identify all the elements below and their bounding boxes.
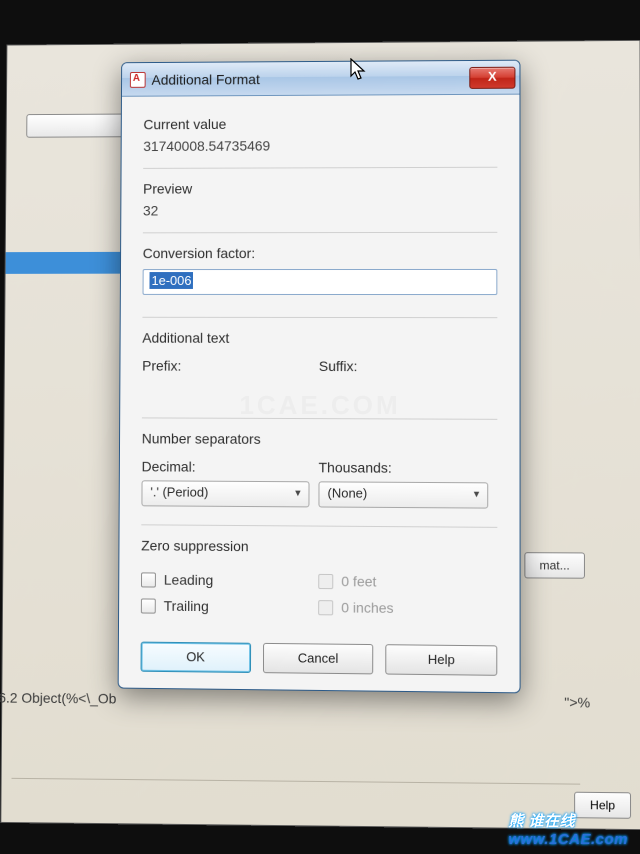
leading-label: Leading <box>164 572 214 588</box>
current-value-label: Current value <box>143 115 497 133</box>
app-icon <box>130 71 146 87</box>
parent-divider <box>12 778 581 785</box>
trailing-checkbox[interactable] <box>141 598 156 613</box>
thousands-label: Thousands: <box>319 459 498 476</box>
parent-selection-bar <box>6 252 122 274</box>
current-value: 31740008.54735469 <box>143 137 497 154</box>
divider <box>143 232 497 233</box>
trailing-label: Trailing <box>164 598 209 615</box>
dialog-body: Current value 31740008.54735469 Preview … <box>119 95 520 693</box>
preview-value: 32 <box>143 202 497 219</box>
preview-label: Preview <box>143 180 497 197</box>
zero-inches-label: 0 inches <box>341 599 393 616</box>
dialog-button-row: OK Cancel Help <box>141 642 498 676</box>
conversion-factor-value: 1e-006 <box>149 272 193 289</box>
suffix-label: Suffix: <box>319 358 498 375</box>
parent-object-text: 6.2 Object(%<\_Ob <box>0 689 116 706</box>
dialog-title: Additional Format <box>152 69 470 87</box>
conversion-factor-label: Conversion factor: <box>143 245 498 261</box>
zero-feet-checkbox <box>318 573 333 588</box>
divider <box>142 417 497 419</box>
title-bar[interactable]: Additional Format X <box>122 61 520 97</box>
zero-inches-checkbox <box>318 600 333 615</box>
decimal-label: Decimal: <box>142 458 319 475</box>
watermark-url: www.1CAE.com <box>508 831 628 848</box>
divider <box>143 167 497 169</box>
conversion-factor-input[interactable]: 1e-006 <box>143 269 498 295</box>
number-separators-label: Number separators <box>142 430 498 448</box>
divider <box>142 317 497 318</box>
close-button[interactable]: X <box>469 66 515 88</box>
leading-checkbox[interactable] <box>141 572 156 587</box>
parent-format-button[interactable]: mat... <box>524 552 585 579</box>
ok-button[interactable]: OK <box>141 642 251 673</box>
zero-suppression-label: Zero suppression <box>141 537 497 556</box>
additional-text-label: Additional text <box>142 330 497 347</box>
divider <box>141 524 497 528</box>
cancel-button[interactable]: Cancel <box>263 643 374 675</box>
additional-format-dialog: Additional Format X Current value 317400… <box>118 60 521 694</box>
parent-object-tail: ">% <box>564 694 590 710</box>
prefix-label: Prefix: <box>142 358 319 374</box>
decimal-select[interactable]: '.' (Period) <box>141 480 309 507</box>
zero-feet-label: 0 feet <box>341 573 376 589</box>
help-button[interactable]: Help <box>386 644 498 676</box>
watermark-corner: 熊 谁在线 www.1CAE.com <box>508 810 628 848</box>
watermark-zh: 熊 谁在线 <box>508 813 575 830</box>
thousands-select[interactable]: (None) <box>318 481 488 508</box>
